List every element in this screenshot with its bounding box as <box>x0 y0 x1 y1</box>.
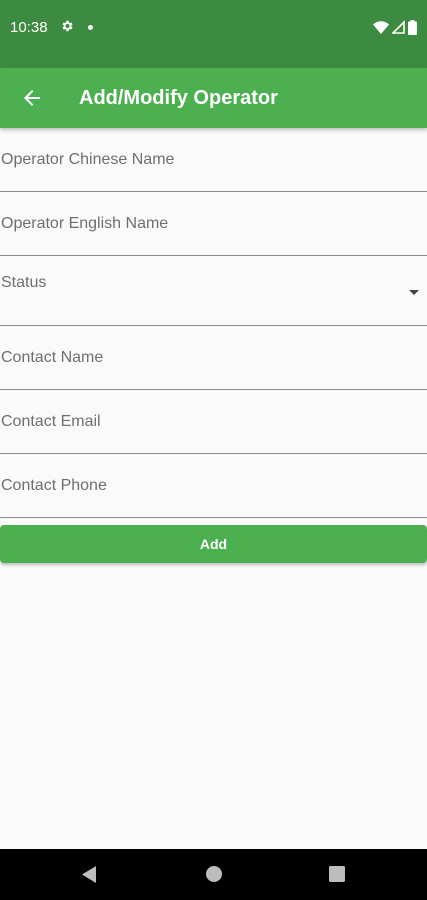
nav-home-icon[interactable] <box>205 865 223 883</box>
signal-icon <box>392 20 405 34</box>
contact-name-field <box>0 326 427 390</box>
nav-back-icon[interactable] <box>80 865 98 884</box>
page-title: Add/Modify Operator <box>79 87 278 109</box>
operator-english-name-input[interactable] <box>0 192 427 255</box>
contact-email-field <box>0 390 427 454</box>
status-time: 10:38 <box>10 19 48 36</box>
battery-icon <box>408 19 417 35</box>
status-icons <box>373 18 417 36</box>
operator-english-name-field <box>0 192 427 256</box>
contact-name-input[interactable] <box>0 326 427 389</box>
status-label: Status <box>1 274 47 291</box>
wifi-icon <box>373 21 389 34</box>
contact-phone-field <box>0 454 427 518</box>
system-nav-bar <box>0 849 427 900</box>
arrow-left-icon[interactable] <box>20 86 44 110</box>
status-select[interactable]: Status <box>0 256 427 326</box>
notification-dot-icon <box>88 25 93 30</box>
status-bar: 10:38 <box>0 0 427 68</box>
add-button[interactable]: Add <box>0 525 427 563</box>
gear-icon <box>62 20 73 32</box>
dropdown-arrow-icon[interactable] <box>409 290 419 295</box>
operator-chinese-name-field <box>0 128 427 192</box>
operator-form: Status <box>0 128 427 518</box>
nav-recents-icon[interactable] <box>329 866 345 882</box>
contact-phone-input[interactable] <box>0 454 427 517</box>
app-bar: Add/Modify Operator <box>0 68 427 128</box>
operator-chinese-name-input[interactable] <box>0 128 427 191</box>
contact-email-input[interactable] <box>0 390 427 453</box>
